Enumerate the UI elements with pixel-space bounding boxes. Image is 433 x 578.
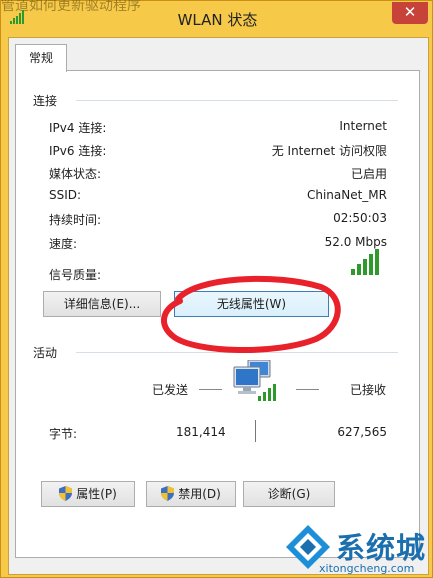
activity-group-divider [76,352,398,353]
speed-value: 52.0 Mbps [324,235,387,249]
properties-button[interactable]: 属性(P) [41,481,135,507]
diagnose-button[interactable]: 诊断(G) [243,481,335,507]
received-label: 已接收 [350,383,387,397]
bytes-label: 字节: [49,427,78,441]
media-state-value: 已启用 [350,167,387,181]
network-computers-icon [233,360,276,401]
ssid-label: SSID: [49,188,82,202]
signal-bar [369,254,373,275]
speed-label: 速度: [49,237,78,251]
disable-button[interactable]: 禁用(D) [146,481,236,507]
signal-bar [375,249,379,275]
properties-button-label: 属性(P) [76,487,117,501]
ipv4-value: Internet [339,119,387,133]
ipv6-label: IPv6 连接: [49,144,107,158]
duration-label: 持续时间: [49,213,102,227]
signal-quality-label: 信号质量: [49,268,102,282]
connection-group-label: 连接 [33,94,58,108]
uac-shield-icon [59,486,73,501]
general-tab-panel: 连接 IPv4 连接: Internet IPv6 连接: 无 Internet… [15,70,420,558]
duration-value: 02:50:03 [333,211,387,225]
disable-button-label: 禁用(D) [178,487,221,501]
ipv4-label: IPv4 连接: [49,121,107,135]
wireless-properties-button[interactable]: 无线属性(W) [174,291,329,317]
media-state-label: 媒体状态: [49,167,102,181]
bytes-received-value: 627,565 [337,425,387,439]
connection-group-divider [76,100,398,101]
signal-bar [351,269,355,275]
tab-general[interactable]: 常规 [15,44,67,72]
activity-group-label: 活动 [33,346,58,360]
sent-label: 已发送 [152,383,189,397]
sent-connector-line [199,389,222,390]
window-title: WLAN 状态 [177,11,258,29]
signal-bar [363,259,367,275]
ipv6-value: 无 Internet 访问权限 [271,144,387,158]
wlan-status-window: 管道如何更新驱动程序 WLAN 状态 ✕ 常规 连接 IPv4 连接: Inte… [0,0,433,578]
watermark-url: xitongcheng.com [319,562,415,575]
close-button[interactable]: ✕ [392,2,428,24]
signal-bar [357,264,361,275]
bytes-divider [255,420,256,442]
details-button[interactable]: 详细信息(E)... [43,291,161,317]
uac-shield-icon [161,486,175,501]
title-bar[interactable]: 管道如何更新驱动程序 WLAN 状态 ✕ [1,0,433,37]
bytes-sent-value: 181,414 [176,425,226,439]
dialog-body: 常规 连接 IPv4 连接: Internet IPv6 连接: 无 Inter… [8,37,429,575]
ssid-value: ChinaNet_MR [306,188,387,202]
received-connector-line [296,389,319,390]
watermark-text: 系统城 [336,531,427,565]
signal-strength-icon [351,249,379,275]
